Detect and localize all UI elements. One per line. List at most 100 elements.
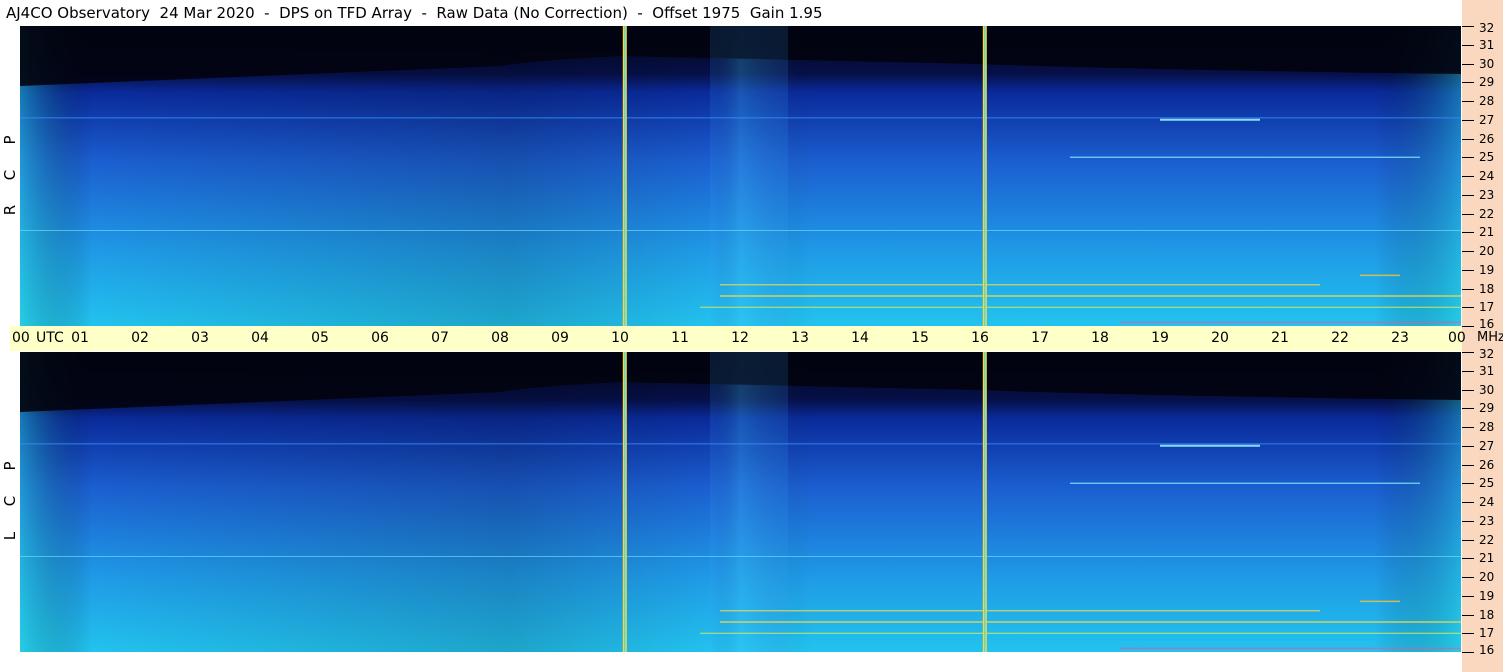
polarization-letter: C [1, 495, 19, 507]
spectrogram-canvas [20, 352, 1461, 652]
rcp-spectrogram [20, 26, 1461, 326]
frequency-tick-label: 23 [1479, 513, 1495, 528]
lcp-spectrogram [20, 352, 1461, 652]
frequency-tick [1462, 326, 1474, 327]
frequency-tick [1462, 427, 1474, 428]
frequency-tick [1462, 26, 1474, 27]
hour-label: 02 [131, 330, 149, 346]
hour-label: 10 [611, 330, 629, 346]
page-title: AJ4CO Observatory 24 Mar 2020 - DPS on T… [6, 4, 823, 22]
frequency-tick-label: 18 [1479, 281, 1495, 296]
frequency-tick-label: 26 [1479, 131, 1495, 146]
frequency-tick [1462, 157, 1474, 159]
frequency-tick [1462, 288, 1474, 290]
hour-label: 00 [12, 330, 30, 346]
hour-label: 05 [311, 330, 329, 346]
frequency-tick [1462, 82, 1474, 84]
frequency-tick [1462, 445, 1474, 447]
frequency-tick-label: 31 [1479, 37, 1495, 52]
frequency-tick [1462, 269, 1474, 271]
hour-label: 19 [1151, 330, 1169, 346]
frequency-tick-label: 29 [1479, 401, 1495, 416]
frequency-tick-label: 26 [1479, 457, 1495, 472]
midday-column [710, 26, 788, 326]
frequency-tick-label: 31 [1479, 363, 1495, 378]
hour-label: 14 [851, 330, 869, 346]
hour-label: 12 [731, 330, 749, 346]
frequency-tick-label: 30 [1479, 382, 1495, 397]
frequency-tick [1462, 502, 1474, 503]
frequency-tick [1462, 119, 1474, 121]
frequency-tick [1462, 352, 1474, 353]
frequency-tick-label: 16 [1479, 643, 1495, 657]
hour-label: 11 [671, 330, 689, 346]
frequency-tick-label: 20 [1479, 570, 1495, 584]
frequency-tick [1462, 232, 1474, 234]
frequency-tick [1462, 483, 1474, 485]
hour-label: 06 [371, 330, 389, 346]
hour-label: 20 [1211, 330, 1229, 346]
hour-label: 03 [191, 330, 209, 346]
frequency-tick-label: 23 [1479, 187, 1495, 202]
spectrogram-canvas [20, 26, 1461, 326]
hour-label: 04 [251, 330, 269, 346]
frequency-tick-label: 28 [1479, 420, 1495, 434]
hour-label-end: 00 [1448, 330, 1466, 346]
frequency-tick-label: 25 [1479, 150, 1495, 165]
polarization-letter: C [1, 169, 19, 181]
hour-label: 23 [1391, 330, 1409, 346]
hour-label: 21 [1271, 330, 1289, 346]
polarization-letter: P [1, 461, 19, 471]
frequency-tick-label: 27 [1479, 112, 1495, 127]
utc-axis-label: UTC [36, 330, 64, 346]
frequency-tick [1462, 63, 1474, 65]
frequency-tick [1462, 389, 1474, 391]
hour-label: 17 [1031, 330, 1049, 346]
frequency-tick-label: 27 [1479, 438, 1495, 453]
frequency-tick [1462, 370, 1474, 372]
frequency-tick [1462, 213, 1474, 215]
hour-label: 22 [1331, 330, 1349, 346]
marker-line-core [624, 26, 626, 326]
hour-label: 18 [1091, 330, 1109, 346]
utc-time-axis: UTC 00 MHz 00 01 02 03 04 05 06 07 08 09 10 11 12 13 1… [10, 326, 1503, 351]
frequency-tick-label: 21 [1479, 551, 1495, 566]
frequency-tick-label: 28 [1479, 94, 1495, 108]
frequency-tick-label: 24 [1479, 495, 1495, 509]
frequency-tick [1462, 614, 1474, 616]
frequency-tick [1462, 464, 1474, 466]
marker-line-core [624, 352, 626, 652]
marker-line-core [984, 26, 986, 326]
polarization-letter: P [1, 135, 19, 145]
polarization-letter: R [1, 204, 19, 216]
frequency-tick-label: 24 [1479, 169, 1495, 183]
hour-label: 08 [491, 330, 509, 346]
hour-label: 15 [911, 330, 929, 346]
frequency-tick-label: 22 [1479, 532, 1495, 547]
hour-label: 07 [431, 330, 449, 346]
mhz-unit-label: MHz [1477, 330, 1503, 345]
frequency-tick-label: 22 [1479, 206, 1495, 221]
frequency-tick-label: 16 [1479, 317, 1495, 331]
frequency-tick-label: 32 [1479, 21, 1495, 35]
frequency-tick-label: 19 [1479, 588, 1495, 603]
frequency-tick [1462, 408, 1474, 410]
frequency-tick [1462, 595, 1474, 597]
hour-label: 09 [551, 330, 569, 346]
frequency-tick [1462, 577, 1474, 578]
frequency-tick [1462, 539, 1474, 541]
hour-label: 16 [971, 330, 989, 346]
frequency-tick [1462, 633, 1474, 635]
frequency-tick-label: 25 [1479, 476, 1495, 491]
frequency-tick [1462, 520, 1474, 522]
frequency-tick-label: 17 [1479, 300, 1495, 315]
frequency-tick [1462, 194, 1474, 196]
frequency-tick-label: 21 [1479, 225, 1495, 240]
midday-column [710, 352, 788, 652]
frequency-tick [1462, 176, 1474, 177]
frequency-tick-label: 17 [1479, 626, 1495, 641]
frequency-tick-label: 20 [1479, 244, 1495, 258]
marker-line-core [984, 352, 986, 652]
frequency-tick [1462, 44, 1474, 46]
frequency-tick [1462, 101, 1474, 102]
